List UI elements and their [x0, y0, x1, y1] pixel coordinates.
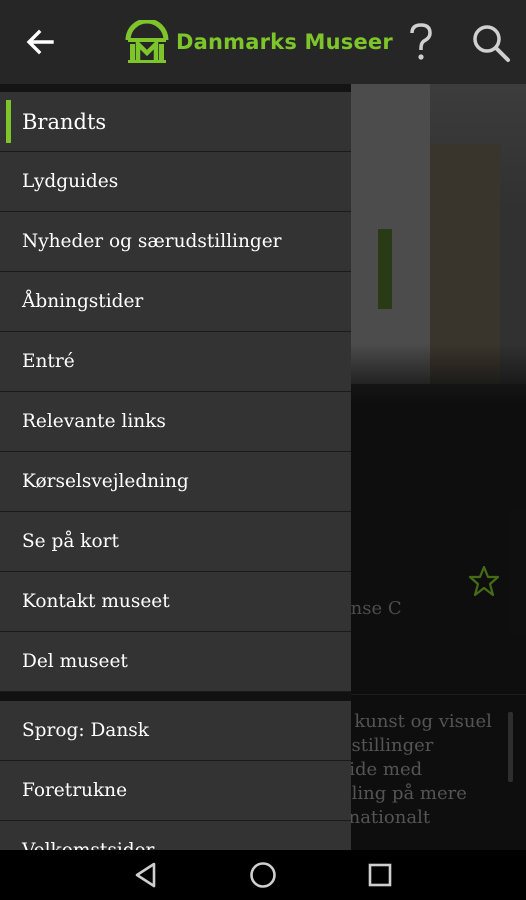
drawer-item-se-pa-kort[interactable]: Se på kort — [0, 512, 351, 572]
drawer-item-korselsvejledning[interactable]: Kørselsvejledning — [0, 452, 351, 512]
drawer-item-lydguides[interactable]: Lydguides — [0, 152, 351, 212]
museum-logo-icon — [125, 20, 169, 63]
drawer-item-kontakt-museet[interactable]: Kontakt museet — [0, 572, 351, 632]
app-brand-title: Danmarks Museer — [176, 30, 393, 54]
top-app-bar: Danmarks Museer — [0, 0, 526, 84]
drawer-item-foretrukne[interactable]: Foretrukne — [0, 761, 351, 821]
active-accent-bar — [6, 100, 11, 143]
drawer-item-entre[interactable]: Entré — [0, 332, 351, 392]
triangle-back-icon[interactable] — [132, 861, 160, 889]
search-icon[interactable] — [470, 22, 512, 64]
drawer-header-label: Brandts — [22, 109, 107, 134]
navigation-drawer: Brandts Lydguides Nyheder og særudstilli… — [0, 84, 351, 850]
drawer-item-nyheder[interactable]: Nyheder og særudstillinger — [0, 212, 351, 272]
circle-home-icon[interactable] — [249, 861, 277, 889]
drawer-item-del-museet[interactable]: Del museet — [0, 632, 351, 692]
question-mark-icon[interactable] — [404, 22, 438, 62]
system-navigation-bar — [0, 850, 526, 900]
arrow-left-icon[interactable] — [22, 24, 58, 60]
drawer-item-sprog[interactable]: Sprog: Dansk — [0, 701, 351, 761]
drawer-header-museum[interactable]: Brandts — [0, 92, 351, 152]
drawer-item-relevante-links[interactable]: Relevante links — [0, 392, 351, 452]
drawer-item-abningstider[interactable]: Åbningstider — [0, 272, 351, 332]
drawer-item-velkomstsider[interactable]: Velkomstsider — [0, 821, 351, 850]
square-recents-icon[interactable] — [366, 861, 394, 889]
drawer-divider — [0, 692, 351, 701]
